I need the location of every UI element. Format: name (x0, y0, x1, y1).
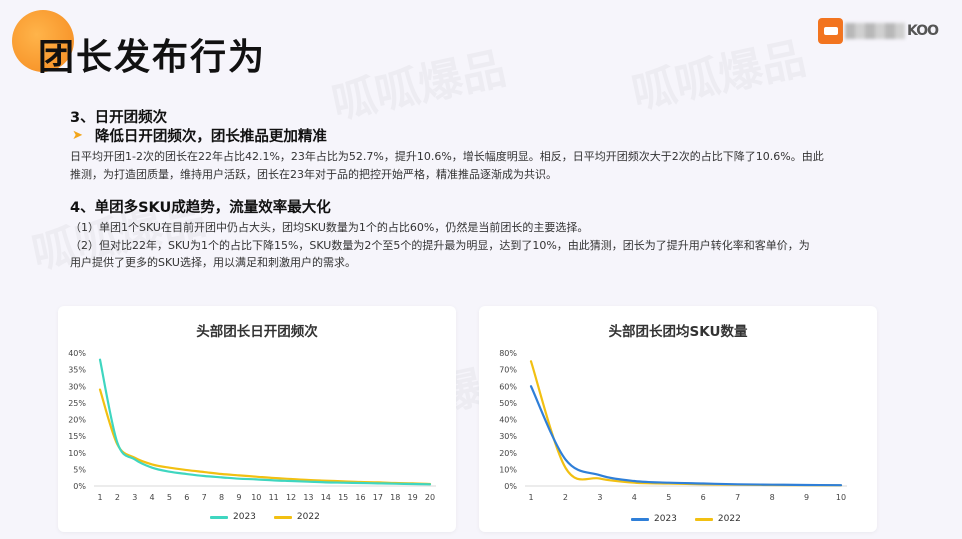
chart-card-sku-count: 头部团长团均SKU数量 0% 10% 20% 30% 40% 50% 60% 70% 80% 1 2… (479, 306, 877, 532)
y-tick-label: 10% (68, 449, 86, 458)
y-tick-label: 15% (68, 432, 86, 441)
legend-label: 2022 (717, 514, 741, 524)
x-tick-label: 7 (202, 493, 207, 502)
x-tick-label: 17 (373, 493, 383, 502)
x-tick-label: 15 (338, 493, 348, 502)
x-tick-label: 5 (666, 493, 671, 502)
x-tick-label: 18 (390, 493, 400, 502)
x-tick-label: 2 (115, 493, 120, 502)
section3-subheading: ➤ 降低日开团频次，团长推品更加精准 (72, 125, 327, 146)
y-tick-label: 35% (68, 366, 86, 375)
x-tick-label: 1 (528, 493, 533, 502)
legend-swatch-2023 (631, 517, 649, 521)
section4-heading: 4、单团多SKU成趋势，流量效率最大化 (70, 200, 331, 216)
x-tick-label: 6 (184, 493, 189, 502)
x-tick-label: 2 (563, 493, 568, 502)
x-tick-label: 6 (701, 493, 706, 502)
y-tick-label: 20% (499, 449, 517, 458)
x-tick-label: 5 (167, 493, 172, 502)
x-tick-label: 10 (836, 493, 846, 502)
paragraph-line: （1）单团1个SKU在目前开团中仍占大头，团均SKU数量为1个的占比60%，仍然… (70, 221, 589, 234)
legend-label: 2023 (654, 514, 677, 524)
section4-paragraph: （1）单团1个SKU在目前开团中仍占大头，团均SKU数量为1个的占比60%，仍然… (70, 219, 810, 272)
x-tick-label: 12 (286, 493, 296, 502)
y-tick-label: 10% (499, 465, 517, 474)
legend-swatch-2022 (694, 517, 713, 521)
chart-sku-count: 0% 10% 20% 30% 40% 50% 60% 70% 80% 1 2 3 4 5 6 7 8 9 10 (499, 349, 847, 502)
legend-item-2023: 2023 (210, 512, 256, 522)
series-line-2023 (98, 358, 432, 486)
watermark: 呱呱爆品 (325, 32, 510, 131)
x-tick-label: 7 (735, 493, 740, 502)
legend-swatch-2023 (210, 515, 228, 519)
x-tick-label: 4 (150, 493, 155, 502)
x-tick-label: 9 (804, 493, 809, 502)
y-tick-label: 40% (68, 349, 86, 358)
chart-legend: 2023 2022 (210, 512, 320, 522)
legend-swatch-2022 (273, 515, 292, 519)
paragraph-line: （2）但对比22年，SKU为1个的占比下降15%，SKU数量为2个至5个的提升最… (70, 238, 810, 252)
y-tick-label: 50% (499, 399, 517, 408)
y-tick-label: 70% (499, 366, 517, 375)
paragraph-line: 用户提供了更多的SKU选择，用以满足和刺激用户的需求。 (70, 256, 356, 269)
y-tick-label: 25% (68, 399, 86, 408)
y-tick-label: 5% (73, 465, 86, 474)
x-tick-label: 3 (132, 493, 137, 502)
section3-heading: 3、日开团频次 (70, 110, 168, 126)
y-tick-label: 60% (499, 382, 517, 391)
x-tick-label: 16 (355, 493, 365, 502)
page-title: 团长发布行为 (38, 37, 267, 78)
y-tick-label: 0% (73, 482, 86, 491)
paragraph-line: 推测，为打造团质量，维持用户活跃，团长在23年对于品的把控开始严格，精准推品逐渐… (70, 167, 557, 181)
x-tick-label: 14 (321, 493, 331, 502)
paragraph-line: 日平均开团1-2次的团长在22年占比42.1%，23年占比为52.7%，提升10… (70, 150, 824, 163)
y-tick-label: 20% (68, 416, 86, 425)
x-tick-label: 9 (236, 493, 241, 502)
series-line-2022 (529, 360, 843, 487)
x-tick-label: 10 (251, 493, 261, 502)
series-line-2023 (529, 385, 843, 487)
series-line-2022 (98, 388, 432, 486)
watermark: 呱呱爆品 (625, 22, 810, 121)
chart-open-frequency: 0%5%10%15%20%25%30%35%40%1 2 3 4 5 6 7 8 9 10 11 12… (68, 349, 436, 502)
y-tick-label: 80% (499, 349, 517, 358)
brand-logo: KOO (818, 18, 939, 44)
legend-item-2023: 2023 (631, 514, 677, 524)
x-tick-label: 11 (269, 493, 279, 502)
section3-paragraph: 日平均开团1-2次的团长在22年占比42.1%，23年占比为52.7%，提升10… (70, 148, 824, 183)
y-tick-label: 30% (499, 432, 517, 441)
x-tick-label: 8 (770, 493, 775, 502)
chart-legend: 2023 2022 (631, 514, 741, 524)
logo-text: KOO (906, 23, 939, 39)
section3-subheading-text: 降低日开团频次，团长推品更加精准 (94, 129, 327, 145)
y-tick-label: 40% (499, 416, 517, 425)
legend-item-2022: 2022 (694, 514, 741, 524)
y-tick-label: 0% (504, 482, 517, 491)
x-tick-label: 3 (597, 493, 602, 502)
x-tick-label: 1 (97, 493, 102, 502)
x-tick-label: 13 (303, 493, 313, 502)
legend-label: 2022 (296, 512, 320, 522)
x-tick-label: 4 (632, 493, 637, 502)
logo-blurred-text (844, 23, 905, 39)
legend-item-2022: 2022 (273, 512, 320, 522)
x-tick-label: 20 (425, 493, 435, 502)
arrow-bullet-icon: ➤ (72, 128, 83, 143)
logo-mark-icon (818, 18, 843, 44)
chart-card-open-frequency: 头部团长日开团频次 0% 5% 10% 15% 20% 25% 30% 35% 40% 1 2 3 4 5… (58, 306, 456, 532)
x-tick-label: 8 (219, 493, 224, 502)
legend-label: 2023 (233, 512, 256, 522)
y-tick-label: 30% (68, 382, 86, 391)
x-tick-label: 19 (408, 493, 418, 502)
